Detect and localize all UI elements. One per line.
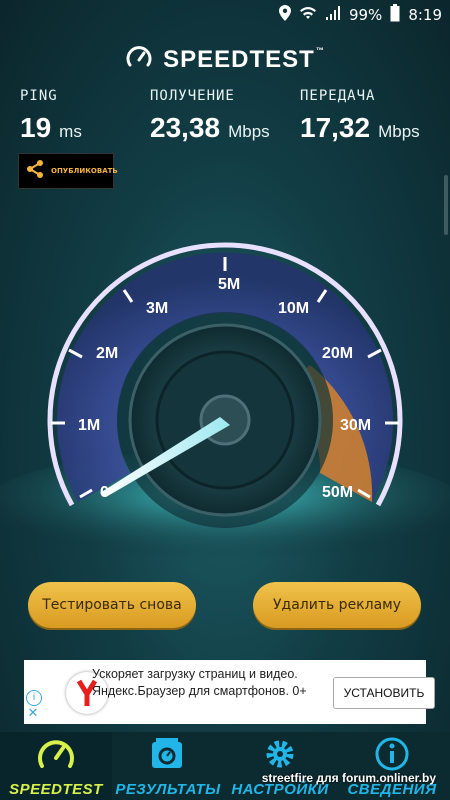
nav-label-results: РЕЗУЛЬТАТЫ	[115, 781, 221, 798]
watermark-text: streetfire для forum.onliner.by	[261, 771, 436, 785]
speedometer-icon	[36, 736, 76, 772]
info-icon	[372, 736, 412, 772]
download-metric: ПОЛУЧЕНИЕ 23,38 Mbps	[150, 88, 270, 144]
ping-label: PING	[20, 88, 58, 104]
ad-close-icon[interactable]: ✕	[26, 707, 40, 721]
ping-metric: PING 19 ms	[20, 88, 82, 144]
download-sparkline	[151, 159, 261, 190]
nav-item-speedtest[interactable]: SPEEDTEST	[0, 732, 112, 800]
speedtest-logo-icon	[125, 44, 153, 76]
nav-label-speedtest: SPEEDTEST	[9, 781, 103, 798]
ping-unit: ms	[59, 122, 82, 141]
share-button[interactable]: ОПУБЛИКОВАТЬ	[18, 153, 118, 189]
scrollbar[interactable]	[444, 175, 448, 235]
speed-gauge: 0 1M 2M 3M 5M 10M 20M 30M 50M	[0, 242, 450, 560]
ad-info-icon[interactable]: i	[26, 690, 42, 706]
download-label: ПОЛУЧЕНИЕ	[150, 88, 235, 104]
ad-banner[interactable]: i ✕ Ускоряет загрузку страниц и видео. Я…	[24, 660, 435, 724]
upload-unit: Mbps	[378, 122, 420, 141]
location-icon	[278, 5, 291, 25]
upload-label: ПЕРЕДАЧА	[300, 88, 376, 104]
app-header: SPEEDTEST™	[0, 42, 450, 78]
nav-item-settings[interactable]: НАСТРОЙКИ	[224, 732, 336, 800]
tick-label-30m: 30M	[340, 417, 371, 434]
download-unit: Mbps	[228, 122, 270, 141]
remove-ads-button[interactable]: Удалить рекламу	[253, 582, 421, 628]
app-title: SPEEDTEST™	[163, 46, 325, 73]
share-label: ОПУБЛИКОВАТЬ	[51, 167, 118, 175]
battery-percent: 99%	[348, 6, 383, 24]
tick-label-20m: 20M	[322, 345, 353, 362]
tick-label-10m: 10M	[278, 300, 309, 317]
nav-item-info[interactable]: СВЕДЕНИЯ	[336, 732, 448, 800]
upload-metric: ПЕРЕДАЧА 17,32 Mbps	[300, 88, 420, 144]
share-icon	[25, 159, 45, 183]
retest-button[interactable]: Тестировать снова	[28, 582, 196, 628]
wifi-icon	[299, 5, 317, 25]
tick-label-50m: 50M	[322, 484, 353, 501]
ad-install-button[interactable]: УСТАНОВИТЬ	[333, 677, 435, 709]
tick-label-3m: 3M	[146, 300, 168, 317]
tick-label-1m: 1M	[78, 417, 100, 434]
tick-label-5m: 5M	[218, 276, 240, 293]
upload-sparkline	[301, 162, 411, 190]
clock: 8:19	[408, 6, 442, 24]
tick-label-0: 0	[100, 484, 109, 501]
signal-icon	[325, 5, 341, 25]
ping-value: 19 ms	[20, 112, 82, 143]
results-icon	[148, 736, 188, 772]
bottom-nav: SPEEDTEST РЕЗУЛЬТАТЫ НАСТРОЙКИ СВЕДЕНИЯ	[0, 732, 450, 800]
ad-text: Ускоряет загрузку страниц и видео. Яндек…	[92, 667, 307, 698]
tick-label-2m: 2M	[96, 345, 118, 362]
battery-icon	[390, 4, 400, 26]
download-value: 23,38 Mbps	[150, 112, 270, 143]
gear-icon	[260, 736, 300, 772]
nav-item-results[interactable]: РЕЗУЛЬТАТЫ	[112, 732, 224, 800]
upload-value: 17,32 Mbps	[300, 112, 420, 143]
status-bar: 99% 8:19	[0, 0, 450, 28]
